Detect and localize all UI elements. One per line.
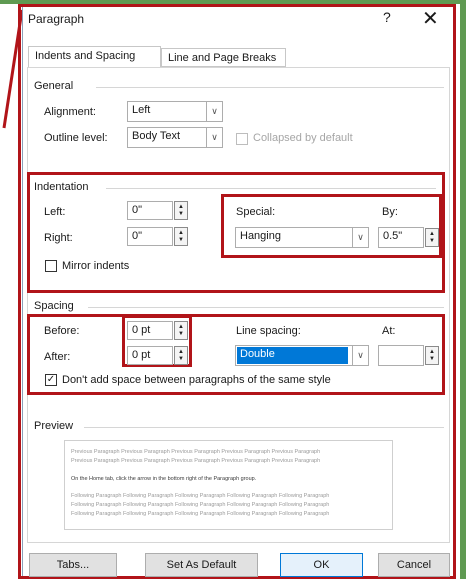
window-accent-right (460, 0, 466, 579)
tabs-button[interactable]: Tabs... (29, 553, 117, 577)
set-as-default-button[interactable]: Set As Default (145, 553, 258, 577)
ok-button[interactable]: OK (280, 553, 363, 577)
set-as-default-label: Set As Default (166, 559, 237, 571)
ok-label: OK (313, 559, 330, 571)
cancel-label: Cancel (396, 559, 432, 571)
highlight-dialog (18, 4, 456, 579)
cancel-button[interactable]: Cancel (378, 553, 450, 577)
tabs-button-label: Tabs... (56, 559, 90, 571)
